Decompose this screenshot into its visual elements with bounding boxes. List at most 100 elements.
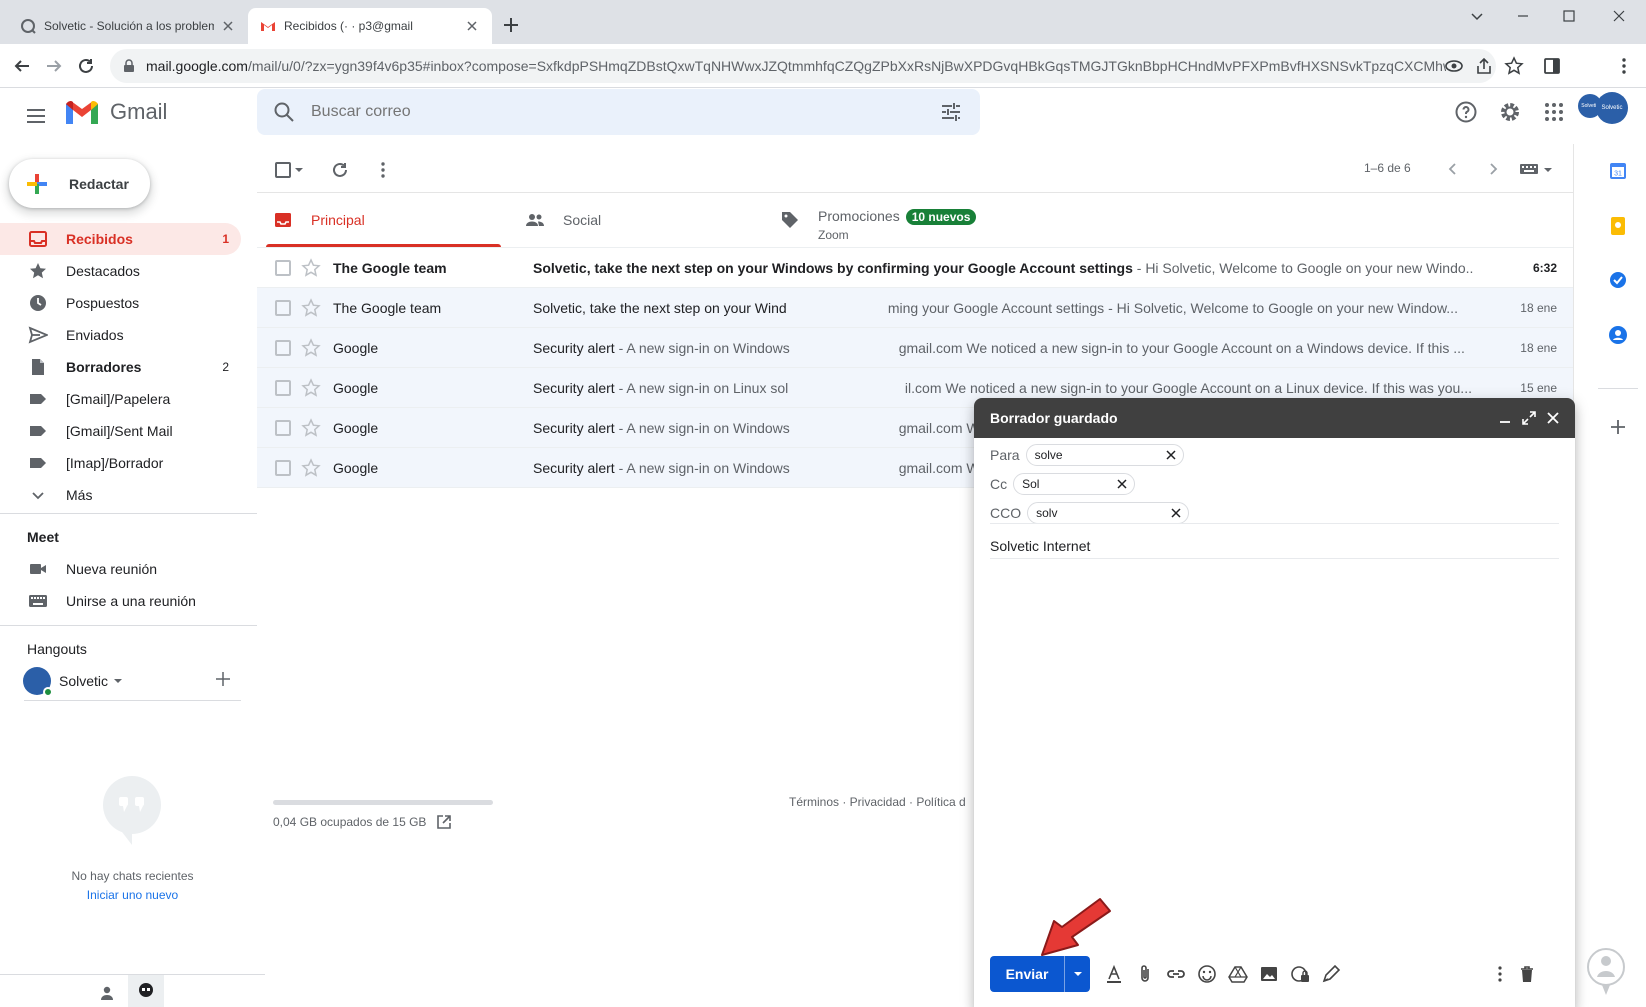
email-row[interactable]: The Google team Solvetic, take the next … [257, 287, 1573, 327]
address-bar[interactable]: mail.google.com/mail/u/0/?zx=ygn39f4v6p3… [110, 49, 1496, 83]
account-avatar[interactable]: Solvetic [1596, 92, 1628, 124]
search-bar[interactable] [257, 89, 980, 135]
side-panel-icon[interactable] [1542, 56, 1562, 76]
remove-recipient-icon[interactable] [1116, 478, 1128, 490]
sidebar-item-imap-draft[interactable]: [Imap]/Borrador [0, 447, 241, 479]
sidebar-item-inbox[interactable]: Recibidos 1 [0, 223, 241, 255]
more-vert-icon[interactable] [373, 160, 393, 180]
footer-links[interactable]: Términos · Privacidad · Política d [789, 795, 966, 809]
bookmark-star-icon[interactable] [1504, 56, 1524, 76]
subject-field[interactable]: Solvetic Internet [990, 538, 1090, 554]
new-tab-icon[interactable] [500, 14, 522, 36]
star-outline-icon[interactable] [301, 258, 321, 278]
search-input[interactable] [311, 103, 891, 121]
star-outline-icon[interactable] [301, 378, 321, 398]
add-addon-icon[interactable] [1608, 417, 1628, 437]
tab-social[interactable]: Social [525, 193, 601, 247]
sidebar-item-drafts[interactable]: Borradores 2 [0, 351, 241, 383]
chevron-left-icon[interactable] [1444, 160, 1462, 178]
email-row[interactable]: Google Security alert - A new sign-in on… [257, 327, 1573, 367]
main-menu-icon[interactable] [24, 104, 48, 128]
sidebar-item-more[interactable]: Más [0, 479, 241, 511]
recipient-chip[interactable]: Sol [1013, 473, 1136, 495]
tab-primary[interactable]: Principal [273, 193, 365, 247]
compose-button[interactable]: Redactar [9, 159, 150, 208]
insert-emoji-icon[interactable] [1197, 964, 1217, 984]
share-icon[interactable] [1474, 56, 1494, 76]
select-dropdown-icon[interactable] [295, 166, 303, 174]
row-checkbox[interactable] [275, 299, 291, 316]
settings-gear-icon[interactable] [1498, 100, 1522, 124]
sidebar-item-new-meeting[interactable]: Nueva reunión [0, 553, 241, 585]
gmail-logo[interactable]: Gmail [64, 98, 167, 126]
refresh-icon[interactable] [330, 160, 350, 180]
caret-down-icon[interactable] [1544, 166, 1552, 174]
more-vert-icon[interactable] [1614, 56, 1634, 76]
to-field[interactable]: Para solve [990, 440, 1559, 470]
star-outline-icon[interactable] [301, 298, 321, 318]
keep-icon[interactable] [1608, 216, 1628, 236]
discard-draft-trash-icon[interactable] [1517, 964, 1537, 984]
remove-recipient-icon[interactable] [1170, 507, 1182, 519]
input-tools-keyboard-icon[interactable] [1519, 161, 1539, 177]
close-icon[interactable] [1545, 410, 1561, 426]
sidebar-item-sent-mail[interactable]: [Gmail]/Sent Mail [0, 415, 241, 447]
open-in-new-icon[interactable] [436, 814, 452, 830]
schedule-send-dropdown[interactable] [1065, 969, 1090, 979]
recipient-chip[interactable]: solve [1025, 444, 1184, 466]
tab-search-button[interactable] [1454, 0, 1500, 32]
row-checkbox[interactable] [275, 459, 291, 476]
insert-photo-icon[interactable] [1259, 964, 1279, 984]
contacts-icon[interactable] [1608, 325, 1628, 345]
recipient-chip[interactable]: solv [1027, 502, 1190, 524]
minimize-window-button[interactable] [1500, 0, 1546, 32]
hangouts-user[interactable]: Solvetic [23, 665, 243, 697]
sidebar-item-snoozed[interactable]: Pospuestos [0, 287, 241, 319]
close-tab-icon[interactable] [220, 18, 236, 34]
row-checkbox[interactable] [275, 259, 291, 276]
add-chat-icon[interactable] [216, 672, 230, 686]
signature-pen-icon[interactable] [1321, 964, 1341, 984]
row-checkbox[interactable] [275, 419, 291, 436]
tasks-icon[interactable] [1608, 270, 1628, 290]
send-button[interactable]: Enviar [990, 956, 1090, 992]
remove-recipient-icon[interactable] [1165, 449, 1177, 461]
tab-promotions[interactable]: Promociones 10 nuevos Zoom [780, 193, 977, 247]
apps-grid-icon[interactable] [1542, 100, 1566, 124]
formatting-options-icon[interactable] [1104, 964, 1124, 984]
insert-link-icon[interactable] [1166, 964, 1186, 984]
close-tab-icon[interactable] [464, 18, 480, 34]
chevron-right-icon[interactable] [1484, 160, 1502, 178]
person-icon[interactable] [99, 985, 115, 1001]
star-outline-icon[interactable] [301, 418, 321, 438]
close-window-button[interactable] [1592, 0, 1646, 32]
eye-slash-icon[interactable] [1444, 56, 1464, 76]
compose-header[interactable]: Borrador guardado [974, 398, 1575, 438]
browser-tab-solvetic[interactable]: Solvetic - Solución a los problem [8, 8, 248, 44]
more-options-icon[interactable] [1490, 964, 1510, 984]
maximize-window-button[interactable] [1546, 0, 1592, 32]
browser-tab-gmail[interactable]: Recibidos (· · p3@gmail [248, 8, 492, 44]
star-outline-icon[interactable] [301, 338, 321, 358]
sidebar-item-trash[interactable]: [Gmail]/Papelera [0, 383, 241, 415]
reload-button[interactable] [74, 54, 98, 78]
sidebar-item-starred[interactable]: Destacados [0, 255, 241, 287]
calendar-icon[interactable]: 31 [1608, 161, 1628, 181]
email-row[interactable]: The Google team Solvetic, take the next … [257, 247, 1573, 287]
select-all-checkbox[interactable] [275, 162, 291, 178]
hangouts-tab-selected[interactable] [128, 975, 164, 1007]
row-checkbox[interactable] [275, 379, 291, 396]
row-checkbox[interactable] [275, 339, 291, 356]
help-icon[interactable] [1454, 100, 1478, 124]
minimize-icon[interactable] [1497, 410, 1513, 426]
sidebar-item-join-meeting[interactable]: Unirse a una reunión [0, 585, 241, 617]
sidebar-item-sent[interactable]: Enviados [0, 319, 241, 351]
search-icon[interactable] [273, 101, 295, 123]
expand-icon[interactable] [1521, 410, 1537, 426]
search-options-icon[interactable] [940, 101, 962, 123]
confidential-mode-icon[interactable] [1290, 964, 1310, 984]
cc-field[interactable]: Cc Sol [990, 469, 1559, 499]
forward-button[interactable] [42, 54, 66, 78]
back-button[interactable] [10, 54, 34, 78]
google-drive-icon[interactable] [1228, 964, 1248, 984]
